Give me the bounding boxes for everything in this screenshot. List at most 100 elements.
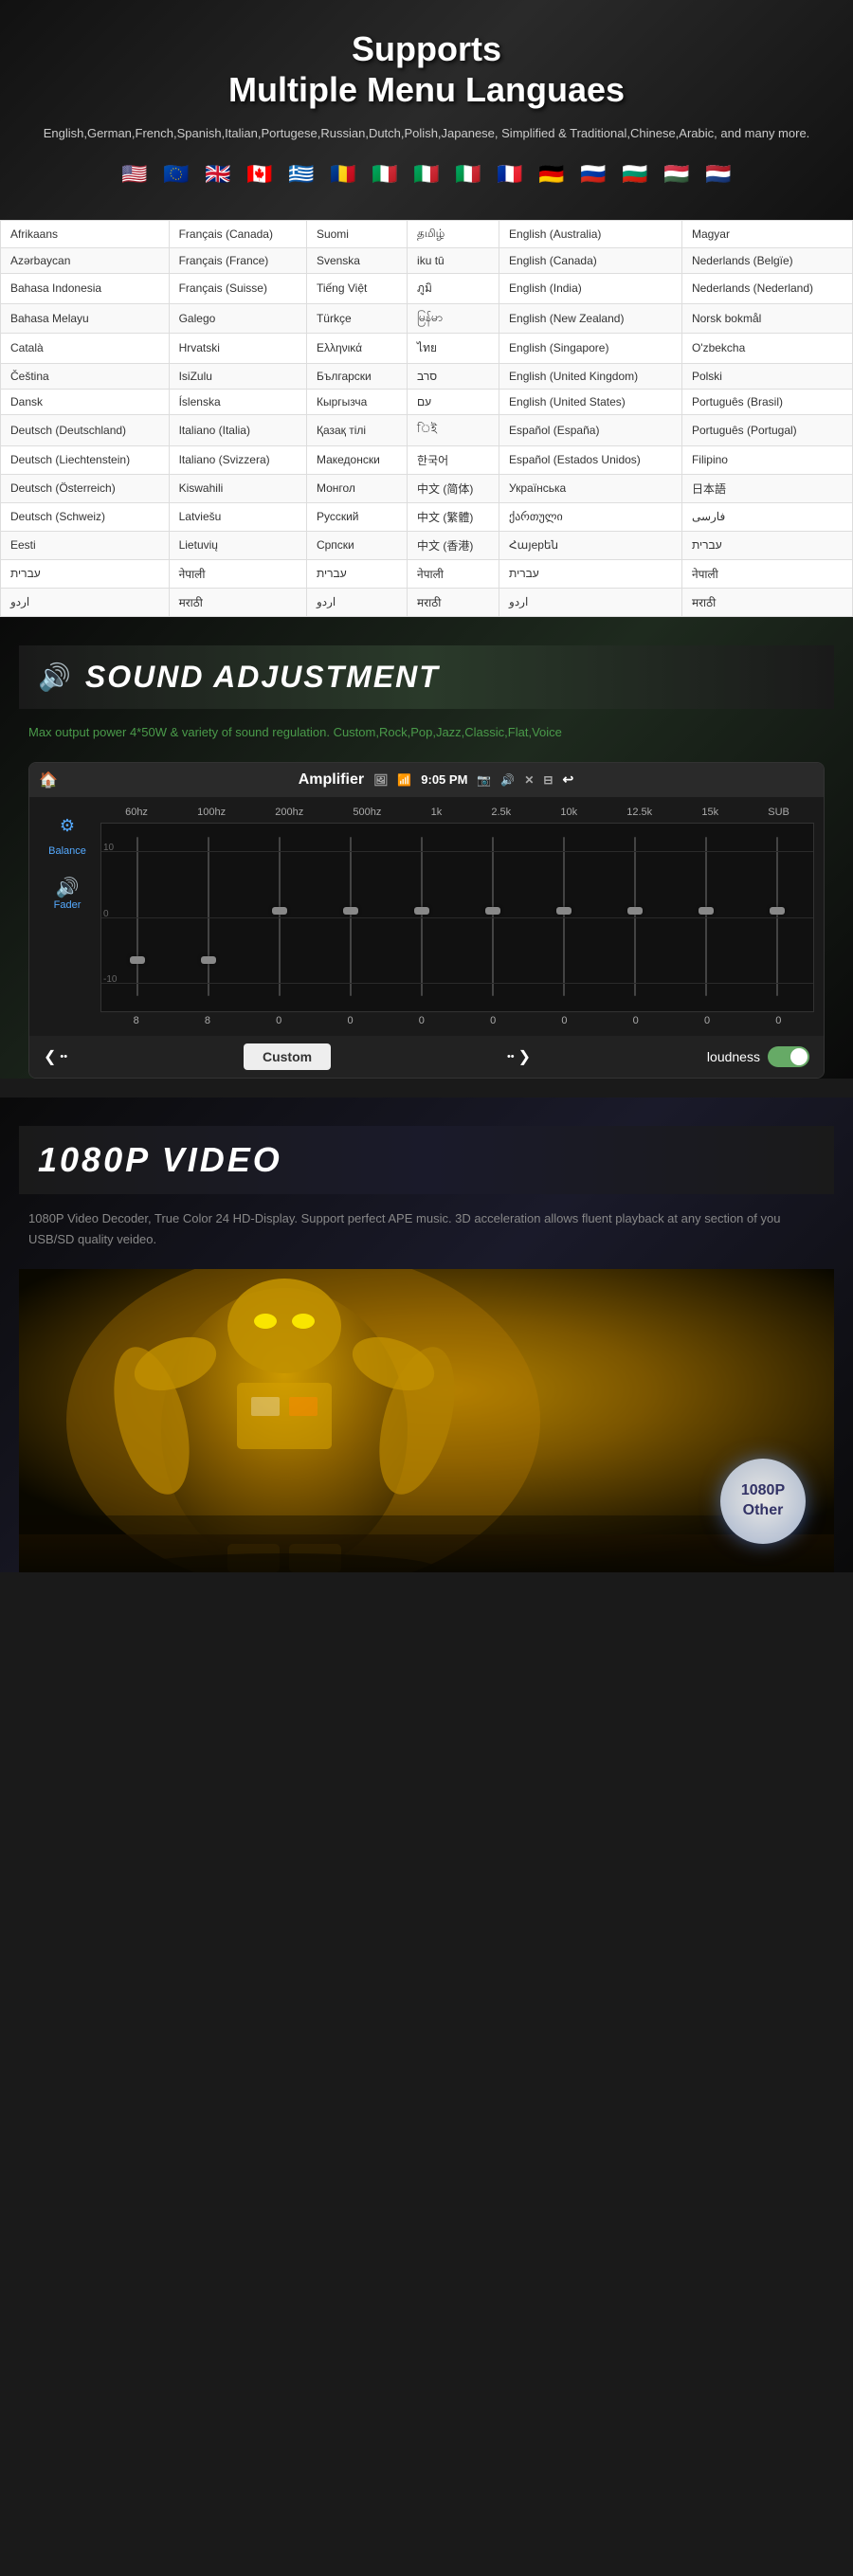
languages-subtitle: English,German,French,Spanish,Italian,Po… (19, 124, 834, 143)
lang-table-row: CatalàHrvatskiΕλληνικάไทยEnglish (Singap… (1, 333, 853, 363)
back-icon[interactable]: ↩ (562, 771, 573, 788)
eq-slider-track (705, 837, 707, 996)
custom-button[interactable]: Custom (244, 1043, 331, 1070)
eq-bars-container: 10 0 -10 (100, 823, 814, 1012)
eq-slider-track (563, 837, 565, 996)
lang-table-cell: עברית (1, 559, 170, 588)
photo-icon[interactable]: 🖼 (373, 773, 388, 787)
lang-table-cell: Dansk (1, 389, 170, 414)
lang-table-cell: Afrikaans (1, 220, 170, 247)
lang-table-row: עבריתनेपालीעבריתनेपालीעבריתनेपाली (1, 559, 853, 588)
eq-slider-thumb[interactable] (627, 907, 643, 915)
fader-label: Fader (54, 899, 82, 911)
speaker-icon: 🔊 (56, 876, 80, 899)
close-icon[interactable]: ✕ (524, 773, 534, 787)
volume-icon[interactable]: 🔊 (500, 773, 515, 787)
lang-table-row: Bahasa MelayuGalegoTürkçeမြန်မာEnglish (… (1, 303, 853, 333)
flag-ro: 🇷🇴 (326, 157, 360, 191)
eq-slider-thumb[interactable] (414, 907, 429, 915)
amp-prev-button[interactable]: ❮ •• (44, 1047, 67, 1066)
lang-table-cell: Кыргызча (306, 389, 407, 414)
wifi-icon[interactable]: 📶 (397, 773, 411, 787)
lang-table-cell: Bahasa Melayu (1, 303, 170, 333)
lang-table-cell: मराठी (681, 588, 852, 616)
minimize-icon[interactable]: ⊟ (543, 773, 553, 787)
lang-table-row: AfrikaansFrançais (Canada)Suomiதமிழ்Engl… (1, 220, 853, 247)
eq-slider-track (279, 837, 281, 996)
lang-table-cell: Magyar (681, 220, 852, 247)
amp-topbar-left: 🏠 (39, 771, 58, 789)
lang-table-cell: Français (Suisse) (169, 273, 306, 303)
flags-row: 🇺🇸 🇪🇺 🇬🇧 🇨🇦 🇬🇷 🇷🇴 🇮🇹 🇮🇹 🇮🇹 🇫🇷 🇩🇪 🇷🇺 🇧🇬 🇭… (19, 157, 834, 191)
eq-slider-thumb[interactable] (130, 956, 145, 964)
lang-table-cell: Հայерեն (499, 531, 682, 559)
lang-table-row: Deutsch (Liechtenstein)Italiano (Svizzer… (1, 445, 853, 474)
amp-title-area: Amplifier 🖼 📶 9:05 PM 📷 🔊 ✕ ⊟ ↩ (299, 771, 573, 789)
amp-time: 9:05 PM (421, 772, 467, 787)
lang-table-cell: Български (306, 363, 407, 389)
freq-12-5k: 12.5k (626, 807, 652, 818)
lang-table-cell: Македонски (306, 445, 407, 474)
eq-slider-thumb[interactable] (343, 907, 358, 915)
amp-next-button[interactable]: •• ❯ (507, 1047, 531, 1066)
amp-eq-area: 60hz 100hz 200hz 500hz 1k 2.5k 10k 12.5k… (100, 807, 814, 1026)
sound-title-text: SOUND ADJUSTMENT (85, 660, 440, 695)
flag-gb: 🇬🇧 (201, 157, 235, 191)
flag-us: 🇺🇸 (118, 157, 152, 191)
lang-table-cell: Español (Estados Unidos) (499, 445, 682, 474)
loudness-label: loudness (707, 1049, 760, 1064)
lang-table-row: اردوमराठीاردوमराठीاردوमराठी (1, 588, 853, 616)
lang-table-row: ČeštinaIsiZuluБългарскиסרבEnglish (Unite… (1, 363, 853, 389)
lang-table-cell: Hrvatski (169, 333, 306, 363)
sound-icon: 🔊 (38, 662, 71, 693)
flag-fr: 🇫🇷 (493, 157, 527, 191)
lang-table-cell: Čeština (1, 363, 170, 389)
lang-table-cell: English (India) (499, 273, 682, 303)
eq-grid-top: 10 (101, 851, 813, 852)
robot-svg (19, 1269, 834, 1572)
amplifier-ui: 🏠 Amplifier 🖼 📶 9:05 PM 📷 🔊 ✕ ⊟ ↩ ⚙ Ba (28, 762, 825, 1079)
lang-table-cell: Русский (306, 502, 407, 531)
lang-table-cell: नेपाली (408, 559, 499, 588)
lang-table-cell: עם (408, 389, 499, 414)
eq-freq-value: 0 (336, 1015, 365, 1026)
eq-grid-mid: 0 (101, 917, 813, 918)
amp-topbar: 🏠 Amplifier 🖼 📶 9:05 PM 📷 🔊 ✕ ⊟ ↩ (29, 763, 824, 797)
home-icon[interactable]: 🏠 (39, 771, 58, 789)
lang-table-cell: Српски (306, 531, 407, 559)
video-thumbnail: 1080P Other (19, 1269, 834, 1572)
eq-slider-thumb[interactable] (699, 907, 714, 915)
eq-slider-thumb[interactable] (770, 907, 785, 915)
eq-slider-thumb[interactable] (556, 907, 572, 915)
eq-slider-track (350, 837, 352, 996)
eq-freq-value: 0 (693, 1015, 721, 1026)
eq-slider-thumb[interactable] (485, 907, 500, 915)
lang-table-cell: English (United Kingdom) (499, 363, 682, 389)
lang-table-cell: Nederlands (Nederland) (681, 273, 852, 303)
freq-60hz: 60hz (125, 807, 148, 818)
lang-table-cell: اردو (1, 588, 170, 616)
freq-15k: 15k (701, 807, 718, 818)
lang-table-cell: Azərbaycan (1, 247, 170, 273)
lang-table-cell: 한국어 (408, 445, 499, 474)
eq-value-labels: 8800000000 (100, 1015, 814, 1026)
lang-table-cell: Eesti (1, 531, 170, 559)
eq-slider-thumb[interactable] (201, 956, 216, 964)
camera-icon[interactable]: 📷 (477, 773, 491, 787)
lang-table-cell: 中文 (香港) (408, 531, 499, 559)
lang-table-cell: नेपाली (169, 559, 306, 588)
eq-slider-thumb[interactable] (272, 907, 287, 915)
dots-right: •• (507, 1051, 515, 1062)
loudness-toggle[interactable] (768, 1046, 809, 1067)
lang-table-row: EestiLietuviųСрпски中文 (香港)Հայерենעברית (1, 531, 853, 559)
lang-table-row: Bahasa IndonesiaFrançais (Suisse)Tiếng V… (1, 273, 853, 303)
flag-it1: 🇮🇹 (368, 157, 402, 191)
lang-table-cell: Português (Brasil) (681, 389, 852, 414)
flag-eu: 🇪🇺 (159, 157, 193, 191)
lang-table-cell: English (New Zealand) (499, 303, 682, 333)
video-description: 1080P Video Decoder, True Color 24 HD-Di… (19, 1208, 834, 1250)
video-title: 1080P VIDEO (38, 1140, 815, 1180)
lang-table-cell: Català (1, 333, 170, 363)
lang-table-cell: סרב (408, 363, 499, 389)
lang-table-cell: Svenska (306, 247, 407, 273)
